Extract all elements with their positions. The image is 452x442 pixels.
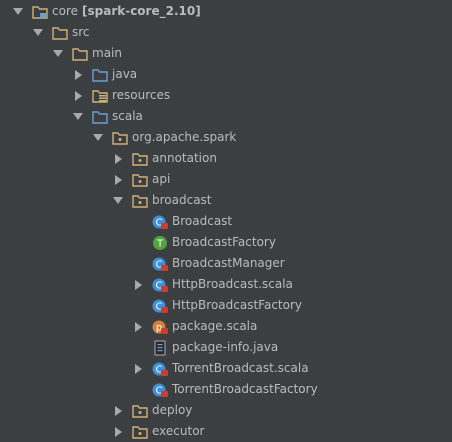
collapse-arrow-icon[interactable] [112,426,124,438]
package-folder-icon [112,130,128,146]
tree-item-label: Broadcast [172,214,233,228]
tree-item-label: TorrentBroadcastFactory [172,382,318,396]
source-folder-icon [92,67,108,83]
collapse-arrow-icon[interactable] [112,174,124,186]
package-folder-icon [132,424,148,440]
expand-arrow-icon[interactable] [52,48,64,60]
tree-row-scala[interactable]: scala [0,106,452,127]
tree-row-package-info-java[interactable]: package-info.java [0,337,452,358]
scala-class-icon: C [152,361,168,377]
folder-icon [52,25,68,41]
tree-item-label: package-info.java [172,340,279,354]
tree-item-label: main [92,46,122,60]
tree-item-label: BroadcastManager [172,256,285,270]
tree-row-org-apache-spark[interactable]: org.apache.spark [0,127,452,148]
scala-class-icon: C [152,298,168,314]
module-name: [spark-core_2.10] [82,4,201,18]
tree-item-label: BroadcastFactory [172,235,276,249]
source-folder-icon [92,109,108,125]
tree-item-label: core [52,4,78,18]
scala-class-icon: C [152,214,168,230]
collapse-arrow-icon[interactable] [112,153,124,165]
expand-arrow-icon[interactable] [72,111,84,123]
java-file-icon [152,340,168,356]
expand-arrow-icon[interactable] [32,27,44,39]
tree-item-label: HttpBroadcast.scala [172,277,293,291]
tree-row-src[interactable]: src [0,22,452,43]
tree-row-http-broadcast-factory[interactable]: C HttpBroadcastFactory [0,295,452,316]
tree-row-annotation[interactable]: annotation [0,148,452,169]
tree-item-label: executor [152,424,205,438]
tree-item-label: scala [112,109,143,123]
tree-item-label: annotation [152,151,217,165]
tree-item-label: broadcast [152,193,212,207]
tree-item-label: java [112,67,138,81]
tree-row-http-broadcast-scala[interactable]: C HttpBroadcast.scala [0,274,452,295]
svg-text:T: T [156,238,164,249]
tree-item-label: package.scala [172,319,258,333]
tree-item-label: src [72,25,90,39]
package-folder-icon [132,193,148,209]
tree-row-main[interactable]: main [0,43,452,64]
tree-row-broadcast-factory[interactable]: T BroadcastFactory [0,232,452,253]
collapse-arrow-icon[interactable] [132,363,144,375]
tree-item-label: deploy [152,403,193,417]
scala-trait-icon: T [152,235,168,251]
tree-row-executor[interactable]: executor [0,421,452,442]
package-folder-icon [132,151,148,167]
scala-class-icon: C [152,277,168,293]
collapse-arrow-icon[interactable] [132,279,144,291]
collapse-arrow-icon[interactable] [72,90,84,102]
tree-item-label: api [152,172,171,186]
module-folder-icon [32,4,48,20]
resources-folder-icon [92,88,108,104]
package-folder-icon [132,172,148,188]
tree-row-resources[interactable]: resources [0,85,452,106]
tree-row-broadcast-manager[interactable]: C BroadcastManager [0,253,452,274]
collapse-arrow-icon[interactable] [72,69,84,81]
tree-item-label: HttpBroadcastFactory [172,298,303,312]
tree-item-label: resources [112,88,171,102]
collapse-arrow-icon[interactable] [112,405,124,417]
expand-arrow-icon[interactable] [112,195,124,207]
scala-class-icon: C [152,382,168,398]
package-folder-icon [132,403,148,419]
tree-row-broadcast-class[interactable]: C Broadcast [0,211,452,232]
folder-icon [72,46,88,62]
tree-row-torrent-broadcast-factory[interactable]: C TorrentBroadcastFactory [0,379,452,400]
tree-row-broadcast[interactable]: broadcast [0,190,452,211]
tree-item-label: org.apache.spark [132,130,237,144]
scala-class-icon: C [152,256,168,272]
expand-arrow-icon[interactable] [12,6,24,18]
project-tree: core [spark-core_2.10] src main java res… [0,0,452,441]
tree-row-torrent-broadcast-scala[interactable]: C TorrentBroadcast.scala [0,358,452,379]
collapse-arrow-icon[interactable] [132,321,144,333]
tree-row-deploy[interactable]: deploy [0,400,452,421]
tree-row-core[interactable]: core [spark-core_2.10] [0,1,452,22]
tree-item-label: TorrentBroadcast.scala [172,361,309,375]
expand-arrow-icon[interactable] [92,132,104,144]
scala-package-object-icon: p [152,319,168,335]
tree-row-package-scala[interactable]: p package.scala [0,316,452,337]
tree-row-api[interactable]: api [0,169,452,190]
tree-row-java[interactable]: java [0,64,452,85]
